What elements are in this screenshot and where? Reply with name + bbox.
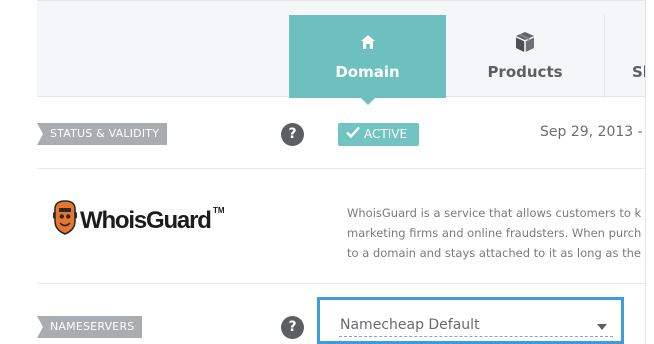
tab-products[interactable]: Products xyxy=(446,15,604,98)
nameservers-select[interactable]: Namecheap Default xyxy=(317,297,624,344)
tab-sharing[interactable]: Sh xyxy=(604,15,645,98)
description-line: to a domain and stays attached to it as … xyxy=(347,246,641,260)
logo-tm: TM xyxy=(213,206,225,215)
logo-text: WhoisGuard xyxy=(80,207,211,234)
nameservers-selected-value: Namecheap Default xyxy=(340,317,480,333)
domain-panel: Domain Products Sh STATUS & VALIDITY ? A… xyxy=(37,0,645,344)
status-validity-label: STATUS & VALIDITY xyxy=(37,123,168,145)
nameservers-label: NAMESERVERS xyxy=(37,316,143,338)
chevron-down-icon xyxy=(597,324,607,330)
tab-label: Domain xyxy=(335,63,400,81)
box-icon xyxy=(446,31,604,53)
tab-domain[interactable]: Domain xyxy=(289,15,446,105)
description-line: WhoisGuard is a service that allows cust… xyxy=(347,206,642,220)
validity-date-range: Sep 29, 2013 - S xyxy=(540,124,645,140)
status-help-button[interactable]: ? xyxy=(281,123,304,146)
row-divider xyxy=(37,283,645,284)
status-text: ACTIVE xyxy=(364,127,408,141)
whoisguard-logo: WhoisGuard TM xyxy=(52,199,227,239)
description-line: marketing firms and online fraudsters. W… xyxy=(347,226,642,240)
status-badge: ACTIVE xyxy=(338,123,419,146)
tab-label: Sh xyxy=(632,63,645,81)
home-icon xyxy=(289,31,446,53)
tab-label: Products xyxy=(487,63,563,81)
check-icon xyxy=(346,123,360,146)
select-underline xyxy=(339,336,613,337)
whoisguard-description: WhoisGuard is a service that allows cust… xyxy=(347,203,645,263)
left-margin xyxy=(0,0,37,344)
tab-bar: Domain Products Sh xyxy=(37,0,645,105)
nameservers-help-button[interactable]: ? xyxy=(281,316,304,339)
row-divider xyxy=(37,168,645,169)
right-margin xyxy=(645,0,654,344)
